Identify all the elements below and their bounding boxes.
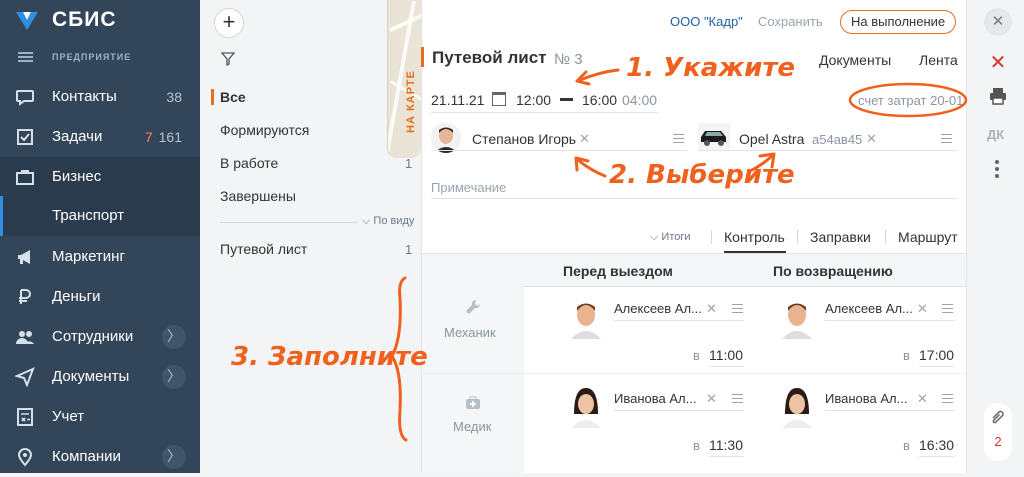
annotation-ellipse <box>848 82 968 118</box>
annotation-arrow-2a <box>576 158 607 178</box>
annotation-step-1: 1. Укажите <box>626 53 796 83</box>
annotation-step-3: 3. Заполните <box>231 342 428 372</box>
annotation-layer <box>390 68 968 442</box>
annotation-step-2: 2. Выберите <box>609 160 795 190</box>
